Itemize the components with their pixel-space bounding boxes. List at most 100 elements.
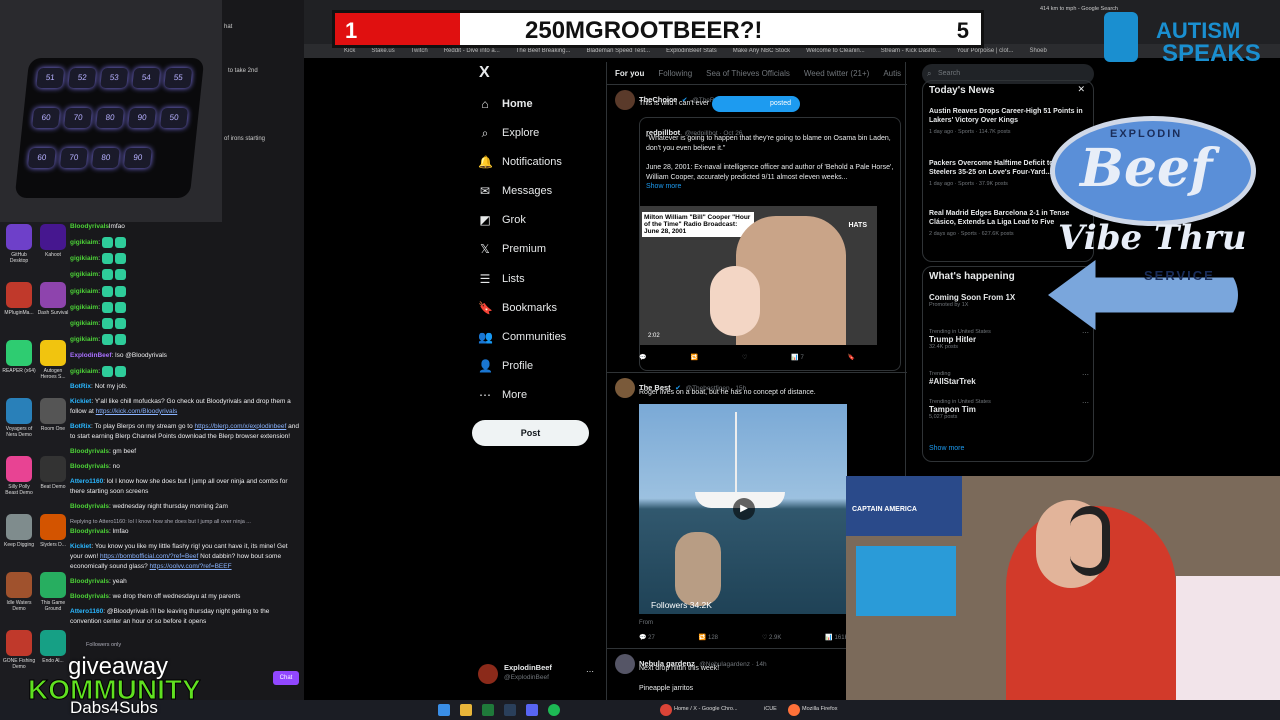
taskbar-item[interactable]: Home / X - Google Chro... bbox=[674, 706, 738, 712]
nav-item-communities[interactable]: 👥 Communities bbox=[478, 330, 566, 344]
quoted-tweet[interactable]: redpillbot @redpillbot · Oct 26 "Whateve… bbox=[639, 117, 901, 371]
bookmark-item[interactable]: ExplodinBeef Stats bbox=[666, 48, 717, 54]
file-explorer-icon[interactable] bbox=[460, 704, 472, 716]
post-button[interactable]: Post bbox=[472, 420, 589, 446]
bookmark-item[interactable]: Twitch bbox=[411, 48, 428, 54]
chat-link[interactable]: https://kick.com/Bloodyrivals bbox=[96, 408, 178, 415]
chat-username[interactable]: Bloodyrivals bbox=[70, 593, 109, 600]
bookmark-item[interactable]: The Beef Breaking... bbox=[516, 48, 571, 54]
bookmark-item[interactable]: Welcome to Cleanin... bbox=[806, 48, 865, 54]
taskbar-item[interactable]: iCUE bbox=[764, 706, 777, 712]
chat-username[interactable]: gigikiaim bbox=[70, 272, 98, 279]
nav-item-notifications[interactable]: 🔔 Notifications bbox=[478, 155, 562, 169]
windows-start-icon[interactable] bbox=[438, 704, 450, 716]
tweet-action[interactable]: 💬 27 bbox=[639, 634, 655, 641]
nav-item-lists[interactable]: ☰ Lists bbox=[478, 272, 525, 286]
bookmark-item[interactable]: Reddit - Dive into a... bbox=[444, 48, 500, 54]
desktop-icon[interactable]: This Game Ground bbox=[36, 572, 70, 612]
more-icon[interactable]: ⋯ bbox=[1082, 371, 1089, 379]
desktop-icon[interactable]: Idle Waters Demo bbox=[2, 572, 36, 612]
nav-item-grok[interactable]: ◩ Grok bbox=[478, 213, 526, 227]
close-icon[interactable]: ✕ bbox=[1077, 84, 1085, 95]
chat-username[interactable]: gigikiaim bbox=[70, 255, 98, 262]
show-more-link[interactable]: Show more bbox=[929, 445, 964, 452]
chat-username[interactable]: Bloodyrivals bbox=[70, 223, 109, 230]
chat-username[interactable]: BotRix bbox=[70, 383, 91, 390]
desktop-icon[interactable]: Beat Demo bbox=[36, 456, 70, 490]
tab-0[interactable]: For you bbox=[615, 69, 644, 78]
chrome-icon[interactable] bbox=[660, 704, 672, 716]
chat-username[interactable]: gigikiaim bbox=[70, 320, 98, 327]
chat-username[interactable]: Bloodyrivals bbox=[70, 578, 109, 585]
tweet-action[interactable]: 🔁 128 bbox=[699, 634, 718, 641]
chat-link[interactable]: https://bombofficial.com/?ref=Beef bbox=[100, 553, 198, 560]
nav-item-profile[interactable]: 👤 Profile bbox=[478, 359, 533, 373]
chat-username[interactable]: gigikiaim bbox=[70, 337, 98, 344]
bookmark-item[interactable]: Make Any NBC Stock bbox=[733, 48, 790, 54]
chat-username[interactable]: gigikiaim bbox=[70, 288, 98, 295]
bookmark-item[interactable]: Your Porpoise | clot... bbox=[957, 48, 1014, 54]
desktop-icon[interactable]: Kahoot bbox=[36, 224, 70, 258]
tab-3[interactable]: Weed twitter (21+) bbox=[804, 69, 869, 78]
desktop-icon[interactable]: Silly Polly Beast Demo bbox=[2, 456, 36, 496]
chat-username[interactable]: Kickiet bbox=[70, 398, 91, 405]
desktop-icon[interactable]: Autogen Heroes S... bbox=[36, 340, 70, 380]
tab-2[interactable]: Sea of Thieves Officials bbox=[706, 69, 790, 78]
bookmark-item[interactable]: Blademan Speed Test... bbox=[586, 48, 650, 54]
desktop-icon[interactable]: Slyders D... bbox=[36, 514, 70, 548]
chat-link[interactable]: https://oolvv.com/?ref=BEEF bbox=[150, 563, 232, 570]
tweet-action[interactable]: 🔖 bbox=[848, 354, 855, 361]
discord-icon[interactable] bbox=[526, 704, 538, 716]
nav-item-explore[interactable]: ⌕ Explore bbox=[478, 126, 540, 140]
chat-username[interactable]: Kickiet bbox=[70, 543, 91, 550]
chat-username[interactable]: Bloodyrivals bbox=[70, 463, 109, 470]
desktop-icon[interactable]: REAPER (x64) bbox=[2, 340, 36, 374]
taskbar-item[interactable]: Mozilla Firefox bbox=[802, 706, 837, 712]
bookmark-item[interactable]: Stream - Kick Dashb... bbox=[881, 48, 941, 54]
account-switcher[interactable]: ExplodinBeef @ExplodinBeef ⋯ bbox=[478, 662, 598, 686]
show-more-link[interactable]: Show more bbox=[646, 183, 681, 190]
tweet[interactable]: TheChoice ✔ @TheRealChoice · 5h This is … bbox=[607, 86, 907, 372]
desktop-icon[interactable]: Endo Al... bbox=[36, 630, 70, 664]
tweet-action[interactable]: ♡ bbox=[742, 354, 747, 361]
tweet-action[interactable]: ♡ 2.9K bbox=[762, 634, 781, 641]
tweet-action[interactable]: 🔁 bbox=[690, 354, 697, 361]
desktop-icon[interactable]: Room One bbox=[36, 398, 70, 432]
desktop-icon[interactable]: GitHub Desktop bbox=[2, 224, 36, 264]
spotify-icon[interactable] bbox=[548, 704, 560, 716]
posted-pill[interactable]: posted bbox=[712, 96, 800, 112]
excel-icon[interactable] bbox=[482, 704, 494, 716]
x-logo[interactable]: X bbox=[479, 64, 490, 82]
chat-username[interactable]: Attero1160 bbox=[70, 608, 103, 615]
chat-send-button[interactable]: Chat bbox=[273, 671, 299, 685]
tab-1[interactable]: Following bbox=[658, 69, 692, 78]
trend-item[interactable]: Trending #AllStarTrek ⋯ bbox=[929, 371, 1089, 386]
nav-item-more[interactable]: ⋯ More bbox=[478, 388, 527, 402]
steam-icon[interactable] bbox=[504, 704, 516, 716]
chat-username[interactable]: Bloodyrivals bbox=[70, 528, 109, 535]
nav-item-premium[interactable]: 𝕏 Premium bbox=[478, 242, 546, 256]
tweet-action[interactable]: 💬 bbox=[639, 354, 646, 361]
chat-username[interactable]: ExplodinBeef bbox=[70, 352, 112, 359]
bookmark-item[interactable]: Shoeb bbox=[1029, 48, 1046, 54]
video-player[interactable]: Milton William "Bill" Cooper "Hour of th… bbox=[640, 206, 877, 345]
desktop-icon[interactable]: MPluginMa... bbox=[2, 282, 36, 316]
firefox-icon[interactable] bbox=[788, 704, 800, 716]
desktop-icon[interactable]: Voyagers of Nera Demo bbox=[2, 398, 36, 438]
desktop-icon[interactable]: GONE Fishing Demo bbox=[2, 630, 36, 670]
video-player[interactable]: ▶ Followers 34.2K bbox=[639, 404, 847, 614]
nav-item-bookmarks[interactable]: 🔖 Bookmarks bbox=[478, 301, 557, 315]
trend-item[interactable]: Trending in United States Tampon Tim 5,027… bbox=[929, 399, 1089, 420]
chat-username[interactable]: gigikiaim bbox=[70, 239, 98, 246]
desktop-icon[interactable]: Keep Digging bbox=[2, 514, 36, 548]
chat-username[interactable]: gigikiaim bbox=[70, 304, 98, 311]
nav-item-messages[interactable]: ✉ Messages bbox=[478, 184, 552, 198]
nav-item-home[interactable]: ⌂ Home bbox=[478, 97, 532, 111]
chat-username[interactable]: gigikiaim bbox=[70, 368, 98, 375]
chat-username[interactable]: BotRix bbox=[70, 423, 91, 430]
more-icon[interactable]: ⋯ bbox=[1082, 399, 1089, 407]
play-icon[interactable]: ▶ bbox=[733, 498, 755, 520]
tweet-action[interactable]: 📊 7 bbox=[791, 354, 804, 361]
chat-username[interactable]: Bloodyrivals bbox=[70, 448, 109, 455]
chat-link[interactable]: https://blerp.com/x/explodinbeef bbox=[195, 423, 287, 430]
